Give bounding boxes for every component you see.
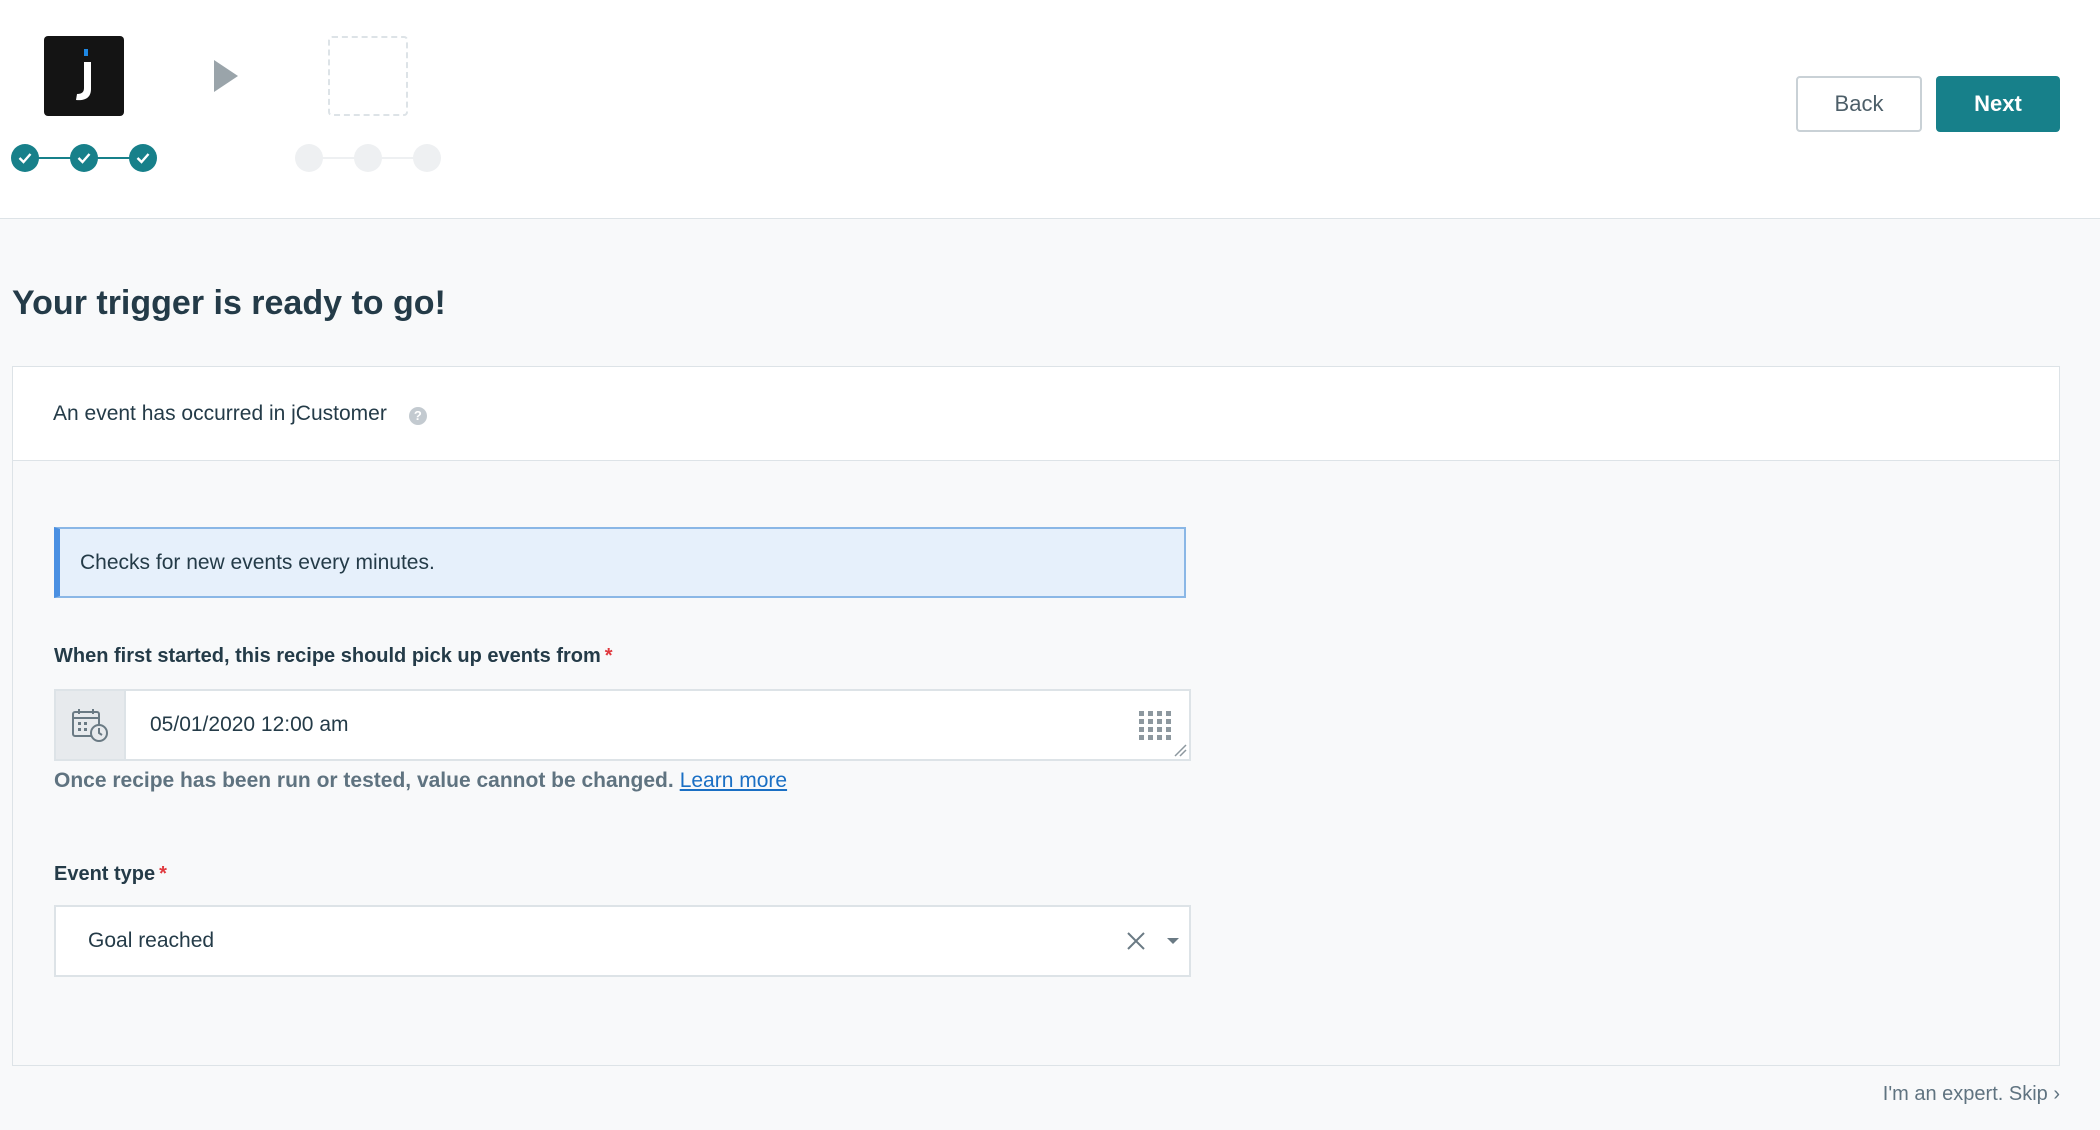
learn-more-link[interactable]: Learn more [680, 769, 787, 792]
since-field-label: When first started, this recipe should p… [54, 645, 613, 668]
expert-skip-link[interactable]: I'm an expert. Skip › [1883, 1083, 2060, 1106]
step-pending-dot [354, 144, 382, 172]
step-complete-icon [129, 144, 157, 172]
action-progress-steps [295, 144, 443, 172]
step-complete-icon [11, 144, 39, 172]
back-button[interactable]: Back [1796, 76, 1922, 132]
chevron-down-icon[interactable] [1166, 937, 1180, 945]
date-picker-toggle[interactable] [56, 691, 126, 759]
clear-icon[interactable] [1126, 931, 1146, 951]
wizard-header: Back Next [0, 0, 2100, 219]
help-icon[interactable]: ? [408, 406, 427, 425]
page-title: Your trigger is ready to go! [12, 284, 446, 322]
jcustomer-logo-icon [76, 49, 91, 101]
hint-text: Once recipe has been run or tested, valu… [54, 769, 674, 792]
since-label-text: When first started, this recipe should p… [54, 645, 601, 667]
action-app-placeholder [328, 36, 408, 116]
info-text: Checks for new events every minutes. [80, 550, 435, 574]
step-complete-icon [70, 144, 98, 172]
since-date-input[interactable]: 05/01/2020 12:00 am [54, 689, 1191, 761]
required-star: * [604, 645, 613, 667]
trigger-header: An event has occurred in jCustomer ? [13, 367, 2059, 461]
play-arrow-icon [214, 60, 238, 92]
selected-event-type: Goal reached [88, 929, 215, 952]
required-star: * [159, 863, 167, 885]
source-progress-steps [11, 144, 159, 172]
since-field-hint: Once recipe has been run or tested, valu… [54, 769, 787, 793]
trigger-config-card: An event has occurred in jCustomer ? Che… [12, 366, 2060, 1066]
step-pending-dot [413, 144, 441, 172]
date-value: 05/01/2020 12:00 am [150, 713, 349, 736]
calendar-clock-icon [72, 709, 108, 742]
resize-handle-icon[interactable] [1173, 743, 1187, 757]
keypad-icon[interactable] [1139, 711, 1171, 741]
next-button[interactable]: Next [1936, 76, 2060, 132]
event-type-label-text: Event type [54, 863, 156, 885]
step-pending-dot [295, 144, 323, 172]
event-type-label: Event type * [54, 863, 167, 886]
jcustomer-app-logo [44, 36, 124, 116]
polling-info-box: Checks for new events every minutes. [54, 527, 1186, 598]
event-type-select[interactable]: Goal reached [54, 905, 1191, 977]
trigger-name: An event has occurred in jCustomer [53, 401, 387, 425]
